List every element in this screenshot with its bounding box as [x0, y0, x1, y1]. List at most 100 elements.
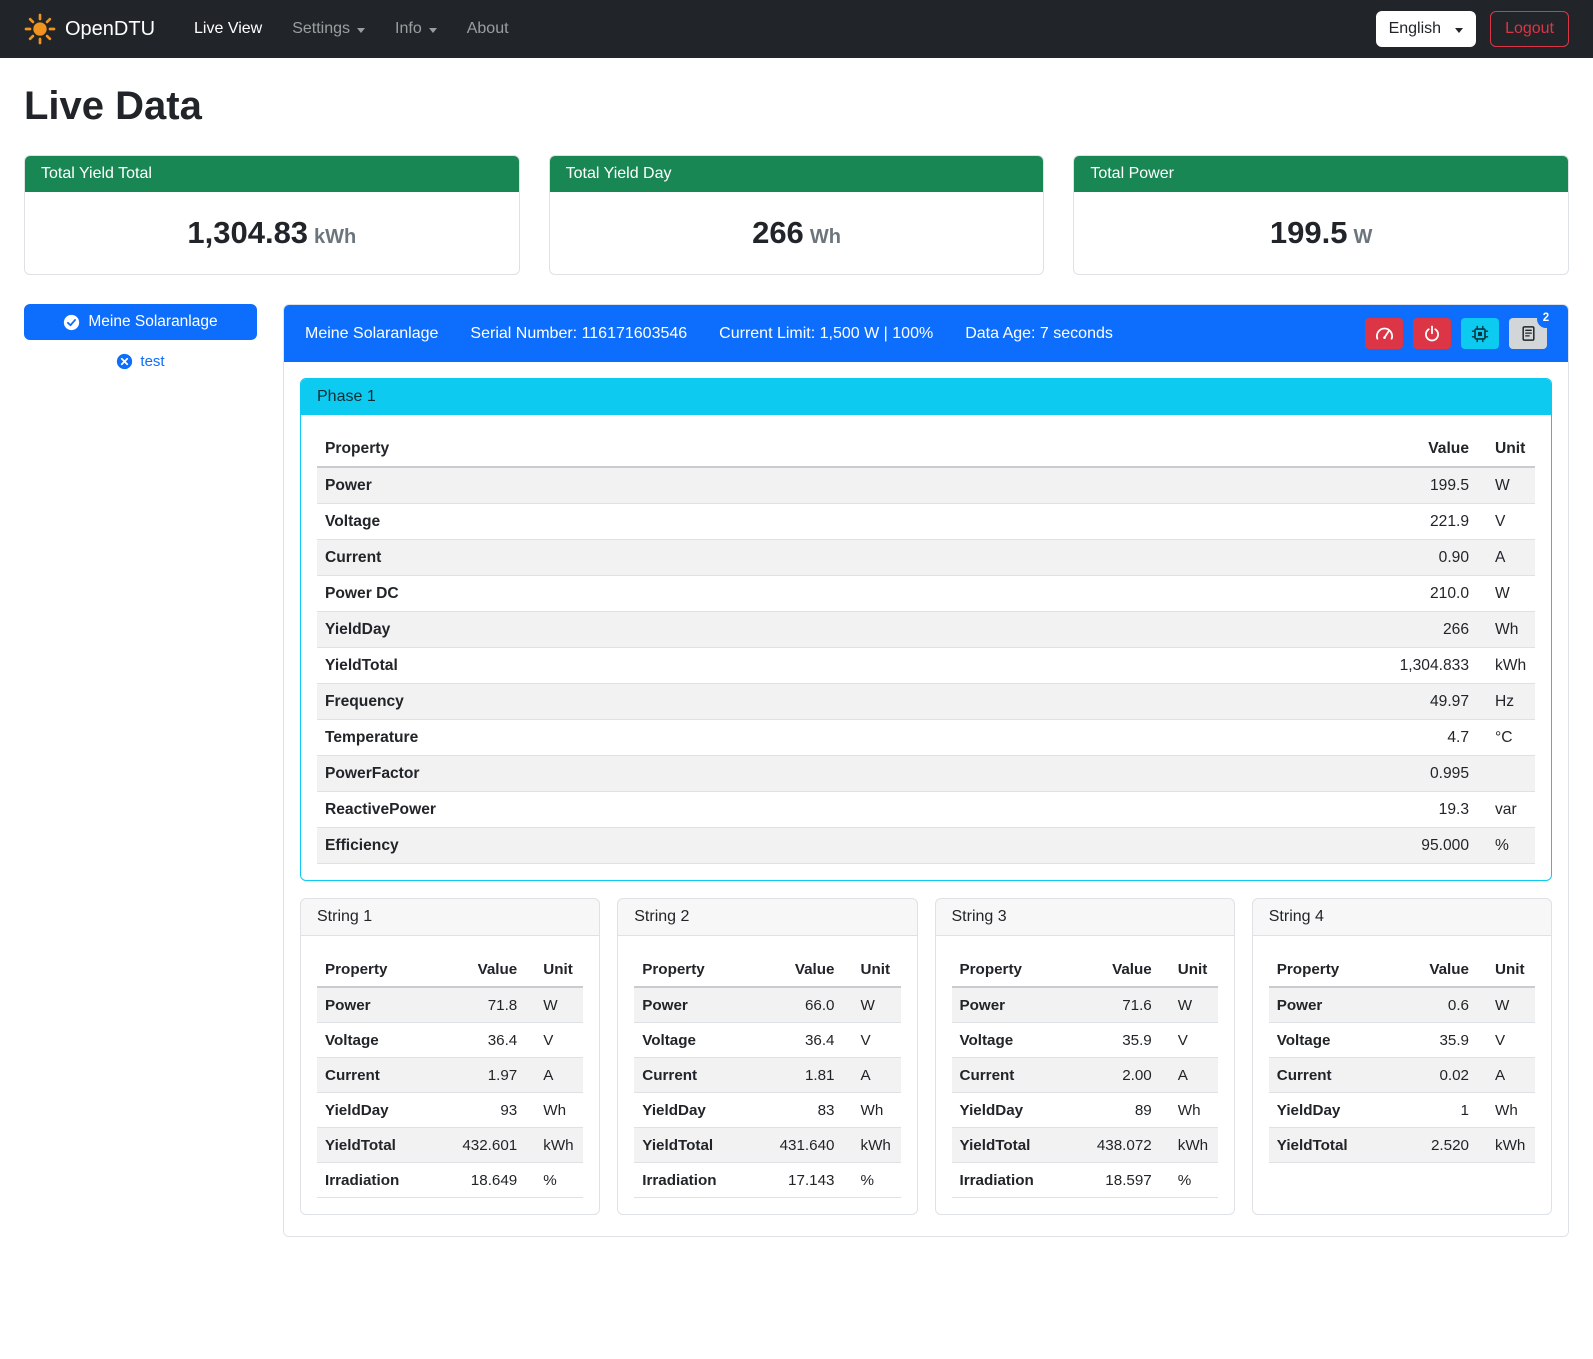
- table-row: Power66.0W: [634, 987, 900, 1023]
- sidebar-item-test[interactable]: test: [24, 353, 257, 370]
- navbar-right: English Logout: [1376, 11, 1569, 47]
- table-row: Voltage35.9V: [1269, 1023, 1535, 1058]
- nav-label: Info: [395, 20, 422, 38]
- table-row: Voltage36.4V: [317, 1023, 583, 1058]
- nav-label: Live View: [194, 20, 262, 38]
- row-unit: Wh: [1477, 612, 1535, 648]
- card-total-yield-day: Total Yield Day 266Wh: [549, 155, 1045, 275]
- row-unit: A: [1477, 540, 1535, 576]
- row-unit: °C: [1477, 720, 1535, 756]
- row-unit: V: [525, 1023, 583, 1058]
- journal-icon: [1520, 325, 1537, 342]
- row-property: YieldDay: [1269, 1093, 1396, 1128]
- sidebar-item-meine-solaranlage[interactable]: Meine Solaranlage: [24, 304, 257, 340]
- row-property: YieldTotal: [1269, 1128, 1396, 1163]
- row-property: Irradiation: [634, 1163, 751, 1198]
- x-circle-icon: [116, 353, 133, 370]
- table-row: Power0.6W: [1269, 987, 1535, 1023]
- nav-item-live-view[interactable]: Live View: [179, 12, 277, 46]
- row-unit: A: [843, 1058, 901, 1093]
- row-value: 432.601: [434, 1128, 526, 1163]
- nav-label: About: [467, 20, 509, 38]
- table-row: Current0.02A: [1269, 1058, 1535, 1093]
- card-value: 266: [752, 215, 804, 250]
- row-property: YieldTotal: [634, 1128, 751, 1163]
- event-log-button[interactable]: 2: [1509, 318, 1547, 349]
- inverter-data-age: Data Age: 7 seconds: [965, 325, 1113, 343]
- page-container: Live Data Total Yield Total 1,304.83kWh …: [0, 58, 1593, 1261]
- check-circle-icon: [63, 314, 80, 331]
- row-property: Current: [952, 1058, 1069, 1093]
- language-select[interactable]: English: [1376, 11, 1476, 47]
- table-header-row: Property Value Unit: [317, 431, 1535, 467]
- string-table: Property Value Unit Power0.6W Voltage35.…: [1269, 952, 1535, 1163]
- table-row: Voltage36.4V: [634, 1023, 900, 1058]
- power-toggle-button[interactable]: [1413, 318, 1451, 349]
- logout-button[interactable]: Logout: [1490, 11, 1569, 47]
- row-value: 210.0: [1011, 576, 1477, 612]
- row-value: 438.072: [1068, 1128, 1160, 1163]
- table-row: YieldDay93Wh: [317, 1093, 583, 1128]
- string-card-3: String 3 Property Value Unit: [935, 898, 1235, 1215]
- row-property: Current: [1269, 1058, 1396, 1093]
- row-value: 93: [434, 1093, 526, 1128]
- table-row: Irradiation18.597%: [952, 1163, 1218, 1198]
- row-property: Voltage: [634, 1023, 751, 1058]
- inverter-card-body: Phase 1 Property Value Unit: [284, 362, 1568, 1236]
- row-property: Power: [952, 987, 1069, 1023]
- string-title: String 1: [301, 899, 599, 936]
- card-total-power: Total Power 199.5W: [1073, 155, 1569, 275]
- row-property: YieldDay: [634, 1093, 751, 1128]
- chevron-down-icon: [1455, 28, 1463, 33]
- row-unit: %: [843, 1163, 901, 1198]
- card-title: Total Power: [1074, 156, 1568, 192]
- row-unit: W: [1477, 467, 1535, 504]
- row-property: Power: [634, 987, 751, 1023]
- row-property: Power: [317, 987, 434, 1023]
- row-unit: var: [1477, 792, 1535, 828]
- row-unit: W: [1477, 987, 1535, 1023]
- phase-table: Property Value Unit Power199.5W Voltage2…: [317, 431, 1535, 864]
- row-value: 2.520: [1396, 1128, 1477, 1163]
- table-row: Current2.00A: [952, 1058, 1218, 1093]
- device-info-button[interactable]: [1461, 318, 1499, 349]
- row-property: Irradiation: [317, 1163, 434, 1198]
- language-selected-value: English: [1389, 20, 1441, 38]
- row-unit: %: [1160, 1163, 1218, 1198]
- brand-link[interactable]: OpenDTU: [24, 13, 155, 45]
- row-unit: A: [525, 1058, 583, 1093]
- row-unit: W: [1477, 576, 1535, 612]
- nav-item-info[interactable]: Info: [380, 12, 452, 46]
- column-header-unit: Unit: [1477, 431, 1535, 467]
- sun-logo-icon: [24, 13, 56, 45]
- card-unit: Wh: [810, 226, 841, 248]
- row-value: 17.143: [751, 1163, 843, 1198]
- row-property: ReactivePower: [317, 792, 1011, 828]
- row-unit: Wh: [843, 1093, 901, 1128]
- row-property: Power: [1269, 987, 1396, 1023]
- nav-label: Settings: [292, 20, 350, 38]
- card-body: 199.5W: [1074, 192, 1568, 274]
- inverter-name: Meine Solaranlage: [305, 325, 438, 343]
- row-value: 0.02: [1396, 1058, 1477, 1093]
- row-unit: A: [1160, 1058, 1218, 1093]
- row-property: Frequency: [317, 684, 1011, 720]
- row-value: 1: [1396, 1093, 1477, 1128]
- table-header-row: Property Value Unit: [634, 952, 900, 987]
- table-row: Irradiation18.649%: [317, 1163, 583, 1198]
- string-table: Property Value Unit Power71.8W Voltage36…: [317, 952, 583, 1198]
- table-row: YieldTotal1,304.833kWh: [317, 648, 1535, 684]
- sidebar-item-label: Meine Solaranlage: [88, 313, 217, 331]
- row-value: 221.9: [1011, 504, 1477, 540]
- table-row: Current0.90A: [317, 540, 1535, 576]
- limit-settings-button[interactable]: [1365, 318, 1403, 349]
- nav-item-about[interactable]: About: [452, 12, 524, 46]
- row-property: YieldTotal: [952, 1128, 1069, 1163]
- row-unit: kWh: [525, 1128, 583, 1163]
- card-total-yield-total: Total Yield Total 1,304.83kWh: [24, 155, 520, 275]
- strings-grid: String 1 Property Value Unit: [300, 898, 1552, 1215]
- row-unit: %: [525, 1163, 583, 1198]
- nav-item-settings[interactable]: Settings: [277, 12, 380, 46]
- row-property: YieldDay: [317, 1093, 434, 1128]
- row-unit: %: [1477, 828, 1535, 864]
